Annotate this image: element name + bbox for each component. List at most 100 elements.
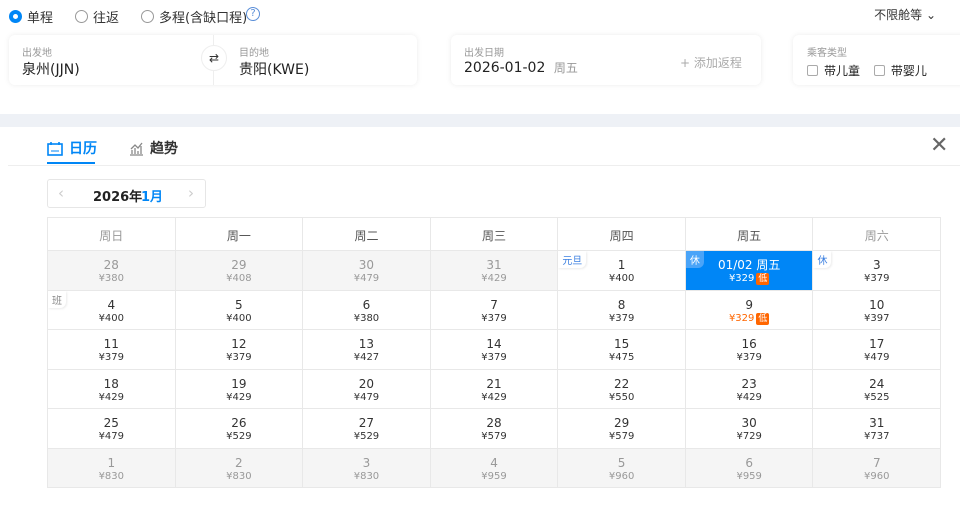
price-value: ¥408 <box>226 273 252 284</box>
calendar-day-cell[interactable]: 元旦 1 ¥400 <box>558 251 686 291</box>
price-value: ¥429 <box>736 391 762 403</box>
day-price: ¥830 <box>48 470 175 483</box>
calendar-day-cell[interactable]: 22 ¥550 <box>558 369 686 409</box>
passenger-options: 带儿童 带婴儿 <box>807 62 927 79</box>
origin-input[interactable]: 泉州(JJN) <box>22 59 80 79</box>
next-month-icon[interactable]: › <box>188 184 194 202</box>
tab-calendar[interactable]: 日历 <box>47 138 97 158</box>
separator-band <box>0 114 960 127</box>
price-value: ¥429 <box>226 391 252 403</box>
close-icon[interactable]: ✕ <box>930 135 948 157</box>
calendar-day-cell[interactable]: 13 ¥427 <box>303 330 431 370</box>
calendar-day-cell[interactable]: 31 ¥737 <box>813 409 942 449</box>
calendar-day-cell[interactable]: 休 3 ¥379 <box>813 251 942 291</box>
calendar-day-cell[interactable]: 23 ¥429 <box>685 369 814 409</box>
calendar-day-cell[interactable]: 休 01/02 周五 ¥329 低 <box>685 251 814 291</box>
calendar-day-cell[interactable]: 19 ¥429 <box>175 369 304 409</box>
prev-month-icon[interactable]: ‹ <box>58 184 64 202</box>
calendar-day-cell[interactable]: 29 ¥408 <box>175 251 304 291</box>
day-number: 30 <box>358 258 375 272</box>
calendar-day-cell[interactable]: 27 ¥529 <box>303 409 431 449</box>
day-price: ¥380 <box>48 272 175 285</box>
tab-trend[interactable]: 趋势 <box>129 138 178 158</box>
calendar-day-cell[interactable]: 20 ¥479 <box>303 369 431 409</box>
calendar-day-cell[interactable]: 16 ¥379 <box>685 330 814 370</box>
radio-icon <box>75 10 88 23</box>
calendar-day-cell[interactable]: 28 ¥380 <box>48 251 176 291</box>
day-number: 3 <box>362 455 371 470</box>
day-number: 8 <box>617 297 626 312</box>
active-tab-indicator <box>47 162 95 164</box>
day-price: ¥408 <box>176 272 303 285</box>
checkbox-icon <box>807 65 818 76</box>
trip-type-oneway[interactable]: 单程 <box>9 7 53 26</box>
price-value: ¥380 <box>98 273 125 284</box>
calendar-day-cell[interactable]: 21 ¥429 <box>430 369 559 409</box>
calendar-day-cell[interactable]: 6 ¥380 <box>303 290 431 330</box>
calendar-day-cell[interactable]: 14 ¥379 <box>430 330 559 370</box>
radio-icon <box>141 10 154 23</box>
calendar-day-cell[interactable]: 5 ¥400 <box>175 290 304 330</box>
swap-icon[interactable]: ⇄ <box>201 45 227 71</box>
date-card[interactable]: 出发日期 2026-01-02 周五 + 添加返程 <box>451 35 761 85</box>
day-price: ¥329 低 <box>686 272 813 285</box>
calendar-day-cell[interactable]: 30 ¥729 <box>685 409 814 449</box>
date-value: 2026-01-02 周五 <box>464 59 578 76</box>
day-number: 6 <box>362 297 371 312</box>
trip-type-label: 单程 <box>27 11 54 26</box>
day-number: 31 <box>869 416 885 430</box>
day-number: 7 <box>490 297 498 312</box>
infant-checkbox[interactable]: 带婴儿 <box>873 64 927 78</box>
day-price: ¥329 低 <box>686 312 813 325</box>
calendar-day-cell[interactable]: 18 ¥429 <box>48 369 176 409</box>
price-value: ¥550 <box>608 391 635 403</box>
calendar-day-cell[interactable]: 30 ¥479 <box>303 251 431 291</box>
help-icon[interactable]: ? <box>246 7 260 21</box>
price-value: ¥429 <box>98 391 125 403</box>
price-value: ¥579 <box>481 431 507 442</box>
calendar-day-cell[interactable]: 7 ¥379 <box>430 290 559 330</box>
radio-icon <box>9 10 22 23</box>
calendar-day-cell[interactable]: 25 ¥479 <box>48 409 176 449</box>
calendar-day-cell[interactable]: 1 ¥830 <box>48 448 176 488</box>
trip-type-multi[interactable]: 多程(含缺口程) <box>141 7 247 26</box>
day-price: ¥397 <box>813 312 940 325</box>
calendar-day-cell[interactable]: 12 ¥379 <box>175 330 304 370</box>
calendar-day-cell[interactable]: 15 ¥475 <box>558 330 686 370</box>
destination-input[interactable]: 贵阳(KWE) <box>239 59 309 79</box>
day-price: ¥579 <box>558 430 685 443</box>
day-number: 2 <box>235 455 243 470</box>
calendar-day-cell[interactable]: 26 ¥529 <box>175 409 304 449</box>
calendar-day-cell[interactable]: 17 ¥479 <box>813 330 942 370</box>
trip-type-roundtrip[interactable]: 往返 <box>75 7 119 26</box>
calendar-day-cell[interactable]: 班 4 ¥400 <box>48 290 176 330</box>
day-number: 9 <box>745 297 753 312</box>
calendar-icon <box>47 141 63 156</box>
calendar-day-cell[interactable]: 5 ¥960 <box>558 448 686 488</box>
checkbox-icon <box>873 65 885 76</box>
child-checkbox[interactable]: 带儿童 <box>807 64 860 78</box>
calendar-day-cell[interactable]: 4 ¥959 <box>430 448 559 488</box>
calendar-day-cell[interactable]: 11 ¥379 <box>48 330 176 370</box>
weekday-header-cell: 周四 <box>558 218 686 251</box>
day-number: 15 <box>613 337 630 351</box>
calendar-day-cell[interactable]: 6 ¥959 <box>685 448 814 488</box>
lowest-price-badge: 低 <box>756 273 770 285</box>
day-number: 29 <box>613 416 630 430</box>
cabin-select[interactable]: 不限舱等 ⌄ <box>874 6 936 23</box>
calendar-day-cell[interactable]: 24 ¥525 <box>813 369 942 409</box>
calendar-day-cell[interactable]: 10 ¥397 <box>813 290 942 330</box>
calendar-day-cell[interactable]: 2 ¥830 <box>175 448 304 488</box>
calendar-day-cell[interactable]: 3 ¥830 <box>303 448 431 488</box>
calendar-day-cell[interactable]: 28 ¥579 <box>430 409 559 449</box>
calendar-day-cell[interactable]: 31 ¥429 <box>430 251 559 291</box>
price-value: ¥379 <box>608 312 635 324</box>
calendar-day-cell[interactable]: 7 ¥960 <box>813 448 942 488</box>
calendar-day-cell[interactable]: 29 ¥579 <box>558 409 686 449</box>
calendar-day-cell[interactable]: 9 ¥329 低 <box>685 290 814 330</box>
day-price: ¥400 <box>48 312 175 325</box>
calendar-day-cell[interactable]: 8 ¥379 <box>558 290 686 330</box>
day-number: 14 <box>486 337 502 351</box>
add-return-button[interactable]: + 添加返程 <box>680 54 742 71</box>
holiday-tag: 休 <box>813 251 832 268</box>
